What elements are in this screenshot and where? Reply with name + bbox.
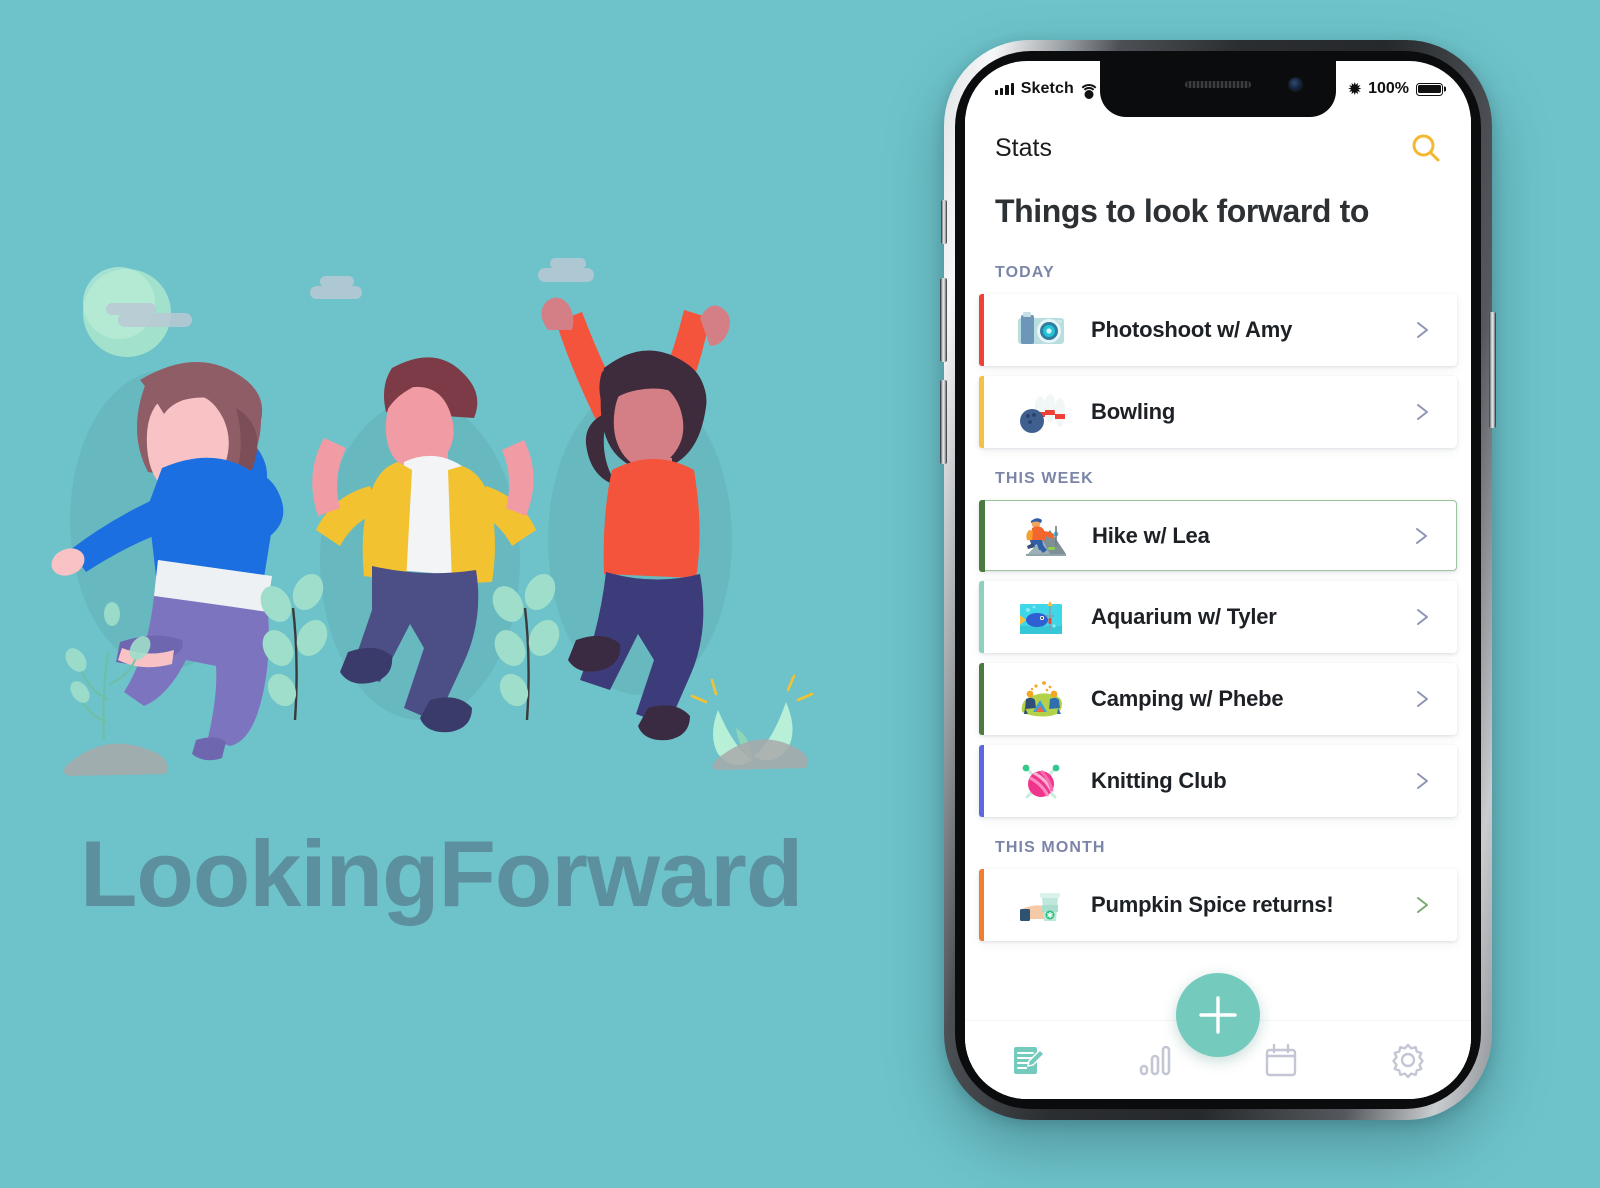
add-button[interactable] (1176, 973, 1260, 1057)
wifi-icon (1078, 83, 1100, 99)
list-item[interactable]: Bowling (979, 376, 1457, 448)
list-item[interactable]: Pumpkin Spice returns! (979, 869, 1457, 941)
navigation-bar: Stats (965, 117, 1471, 179)
status-bar-left: Sketch (995, 80, 1100, 99)
chevron-right-icon (1410, 525, 1432, 547)
accent-bar (979, 294, 984, 366)
section-header-this-week: THIS WEEK (995, 470, 1094, 487)
phone-mockup: Sketch ✹ 100% Stats Things to look forwa… (940, 40, 1496, 1120)
screenshot-canvas: LookingForward Sketch ✹ 100% Stats Thing… (0, 0, 1600, 1188)
accent-bar (979, 581, 984, 653)
nav-title: Stats (995, 133, 1052, 162)
section-header-this-month: THIS MONTH (995, 839, 1106, 856)
power-button[interactable] (1489, 312, 1496, 428)
hiking-icon (1016, 510, 1068, 562)
list-item-label: Photoshoot w/ Amy (1091, 317, 1293, 342)
camping-icon (1015, 673, 1067, 725)
brand-title: LookingForward (80, 821, 803, 926)
page-title: Things to look forward to (995, 193, 1369, 229)
gear-icon (1392, 1043, 1424, 1079)
notes-edit-icon (1014, 1047, 1046, 1074)
accent-bar (979, 745, 984, 817)
chevron-right-icon (1411, 606, 1433, 628)
chevron-right-icon (1411, 770, 1433, 792)
list-item-label: Bowling (1091, 399, 1176, 424)
chevron-right-icon (1411, 401, 1433, 423)
coffee-cup-icon (1015, 879, 1067, 931)
accent-bar (978, 499, 985, 572)
status-bar: Sketch ✹ 100% (965, 61, 1471, 117)
list-item-label: Hike w/ Lea (1092, 522, 1210, 548)
list-item-label: Knitting Club (1091, 768, 1227, 793)
bar-chart-icon (1139, 1045, 1171, 1076)
battery-icon (1416, 82, 1443, 96)
section-header-today: TODAY (995, 264, 1055, 281)
chevron-right-icon (1411, 319, 1433, 341)
tab-settings[interactable] (1345, 1021, 1472, 1099)
silent-switch-button[interactable] (941, 200, 947, 244)
list-item[interactable]: Camping w/ Phebe (979, 663, 1457, 735)
phone-screen: Sketch ✹ 100% Stats Things to look forwa… (965, 61, 1471, 1099)
list-item[interactable]: Photoshoot w/ Amy (979, 294, 1457, 366)
list-item[interactable]: Aquarium w/ Tyler (979, 581, 1457, 653)
activity-list[interactable]: TODAY Photoshoot w/ Amy Bowling THIS WEE… (965, 252, 1471, 1099)
carrier-label: Sketch (1020, 80, 1074, 97)
accent-bar (979, 869, 984, 941)
list-item-label: Pumpkin Spice returns! (1091, 892, 1334, 917)
list-item-label: Camping w/ Phebe (1091, 686, 1284, 711)
list-item[interactable]: Knitting Club (979, 745, 1457, 817)
accent-bar (979, 376, 984, 448)
list-item[interactable]: Hike w/ Lea (978, 499, 1457, 572)
tab-notes[interactable] (965, 1021, 1092, 1099)
volume-down-button[interactable] (940, 380, 947, 464)
calendar-icon (1266, 1043, 1297, 1077)
search-button[interactable] (1409, 131, 1443, 165)
bluetooth-icon: ✹ (1348, 80, 1362, 98)
accent-bar (979, 663, 984, 735)
plus-icon (1199, 996, 1237, 1034)
bowling-icon (1015, 386, 1067, 438)
knitting-icon (1015, 755, 1067, 807)
aquarium-icon (1015, 591, 1067, 643)
search-icon (1412, 134, 1440, 162)
status-bar-right: ✹ 100% (1348, 80, 1443, 98)
app-content: Stats Things to look forward to TODAY Ph… (965, 117, 1471, 1099)
signal-bars-icon (995, 83, 1014, 95)
camera-icon (1015, 304, 1067, 356)
volume-up-button[interactable] (940, 278, 947, 362)
chevron-right-icon (1411, 688, 1433, 710)
battery-percent-label: 100% (1368, 80, 1409, 97)
list-item-label: Aquarium w/ Tyler (1091, 604, 1277, 629)
chevron-right-icon (1411, 894, 1433, 916)
